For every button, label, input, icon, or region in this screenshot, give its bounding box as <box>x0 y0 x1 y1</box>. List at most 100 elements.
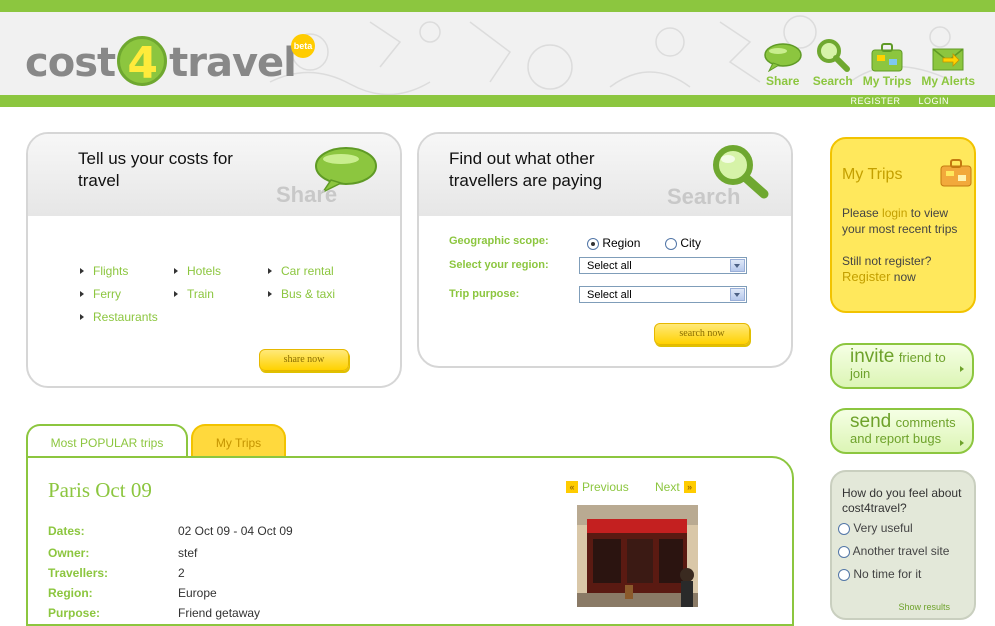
trip-row-key: Region: <box>48 586 93 600</box>
trip-photo[interactable] <box>577 505 698 607</box>
logo-text-right: travel <box>169 40 297 86</box>
poll-question: How do you feel about cost4travel? <box>842 486 962 515</box>
trip-row-key: Purpose: <box>48 606 101 620</box>
sidebar-mytrips-box: My Trips Please login to view your most … <box>830 137 976 313</box>
poll-option-label: No time for it <box>853 567 922 581</box>
chevron-down-icon[interactable] <box>730 259 745 272</box>
trip-row-value: stef <box>178 546 198 560</box>
invite-big-text: invite <box>850 346 895 367</box>
double-chevron-right-icon: » <box>683 481 696 493</box>
mytrips-still-text: Still not register? <box>842 254 932 268</box>
poll-radio[interactable] <box>838 545 850 558</box>
nav-search-label: Search <box>812 74 853 88</box>
scope-label: Geographic scope: <box>449 235 549 247</box>
scope-radio-city-control[interactable] <box>665 237 677 250</box>
chevron-right-icon <box>960 440 964 446</box>
register-link[interactable]: REGISTER <box>850 95 900 107</box>
envelope-icon <box>932 48 964 71</box>
poll-option-very-useful[interactable]: Very useful <box>838 521 913 535</box>
auth-links: REGISTER LOGIN <box>850 95 949 107</box>
share-link-bus-taxi[interactable]: Bus & taxi <box>266 287 360 301</box>
poll-radio[interactable] <box>838 522 850 535</box>
share-link-train[interactable]: Train <box>172 287 266 301</box>
speech-bubble-icon <box>763 43 802 72</box>
scope-radio-region-control[interactable] <box>587 237 599 250</box>
scope-radio-city[interactable]: City <box>665 236 701 250</box>
logo-text-left: cost <box>25 40 116 86</box>
sidebar-login-link[interactable]: login <box>882 206 907 220</box>
main-nav: Share Search My Trips My Alerts <box>763 34 975 88</box>
search-watermark: Search <box>667 184 741 209</box>
search-panel: Find out what other travellers are payin… <box>417 132 793 368</box>
share-link-hotels[interactable]: Hotels <box>172 264 266 278</box>
tab-popular-trips[interactable]: Most POPULAR trips <box>26 424 188 458</box>
trip-row-value: Friend getaway <box>178 606 261 620</box>
scope-radio-region[interactable]: Region <box>587 236 640 250</box>
search-now-button[interactable]: search now <box>654 323 750 345</box>
nav-myalerts[interactable]: My Alerts <box>921 34 975 88</box>
sidebar-mytrips-text: Please login to view your most recent tr… <box>842 205 972 237</box>
suitcase-icon <box>940 159 972 187</box>
region-select[interactable]: Select all <box>579 257 747 274</box>
top-accent-bar <box>0 0 995 12</box>
poll-show-results-link[interactable]: Show results <box>898 602 950 612</box>
trip-detail-panel: Paris Oct 09 « Previous Next » Dates: 02… <box>26 456 794 626</box>
search-panel-title: Find out what other travellers are payin… <box>449 149 603 190</box>
poll-option-label: Another travel site <box>852 544 950 558</box>
header: cost 4 travel beta Share Search My Trips M… <box>0 12 995 95</box>
login-link[interactable]: LOGIN <box>918 95 949 107</box>
poll-radio[interactable] <box>838 568 850 581</box>
trip-row-key: Dates: <box>48 524 85 538</box>
send-comments-button[interactable]: send comments and report bugs <box>830 408 974 454</box>
suitcase-icon <box>871 43 903 72</box>
invite-friend-button[interactable]: invite friend to join <box>830 343 974 389</box>
brand-logo[interactable]: cost 4 travel beta <box>25 26 325 90</box>
purpose-select-value: Select all <box>587 289 632 301</box>
next-trip-link[interactable]: Next » <box>655 480 696 494</box>
next-label: Next <box>655 480 680 494</box>
region-label: Select your region: <box>449 259 549 271</box>
magnifier-icon <box>816 39 850 72</box>
sidebar-mytrips-title: My Trips <box>842 166 903 183</box>
double-chevron-left-icon: « <box>566 481 578 493</box>
nav-share[interactable]: Share <box>763 34 803 88</box>
nav-mytrips-label: My Trips <box>862 74 912 88</box>
share-link-flights[interactable]: Flights <box>78 264 172 278</box>
share-link-car-rental[interactable]: Car rental <box>266 264 360 278</box>
beta-badge: beta <box>291 34 315 58</box>
sidebar-register-link[interactable]: Register <box>842 269 890 284</box>
share-panel: Tell us your costs for travel Share Flig… <box>26 132 402 388</box>
region-select-value: Select all <box>587 260 632 272</box>
share-link-restaurants[interactable]: Restaurants <box>78 310 172 324</box>
previous-trip-link[interactable]: « Previous <box>566 480 629 494</box>
share-link-ferry[interactable]: Ferry <box>78 287 172 301</box>
mytrips-please-text: Please <box>842 206 879 220</box>
trip-row-value: Europe <box>178 586 217 600</box>
trip-row-key: Travellers: <box>48 566 109 580</box>
trip-row-key: Owner: <box>48 546 90 560</box>
previous-label: Previous <box>582 480 629 494</box>
trip-title: Paris Oct 09 <box>48 478 152 502</box>
mytrips-now-text: now <box>893 270 916 284</box>
purpose-label: Trip purpose: <box>449 288 520 300</box>
nav-search[interactable]: Search <box>813 34 853 88</box>
scope-radio-city-label: City <box>680 236 702 250</box>
chevron-right-icon <box>960 366 964 372</box>
poll-option-another-site[interactable]: Another travel site <box>838 544 949 558</box>
tab-my-trips[interactable]: My Trips <box>191 424 286 458</box>
share-now-button[interactable]: share now <box>259 349 349 371</box>
chevron-down-icon[interactable] <box>730 288 745 301</box>
share-category-links: Flights Hotels Car rental Ferry Train Bu… <box>78 264 360 324</box>
send-big-text: send <box>850 411 892 432</box>
scope-radio-region-label: Region <box>602 236 641 250</box>
poll-option-label: Very useful <box>853 521 913 535</box>
poll-option-no-time[interactable]: No time for it <box>838 567 921 581</box>
nav-share-label: Share <box>766 74 800 88</box>
nav-bar <box>0 95 995 107</box>
sidebar-register-text: Still not register? Register now <box>842 253 972 285</box>
nav-mytrips[interactable]: My Trips <box>862 34 912 88</box>
feedback-poll: How do you feel about cost4travel? Very … <box>830 470 976 620</box>
trip-row-value: 02 Oct 09 - 04 Oct 09 <box>178 524 293 538</box>
logo-digit: 4 <box>117 36 168 89</box>
purpose-select[interactable]: Select all <box>579 286 747 303</box>
